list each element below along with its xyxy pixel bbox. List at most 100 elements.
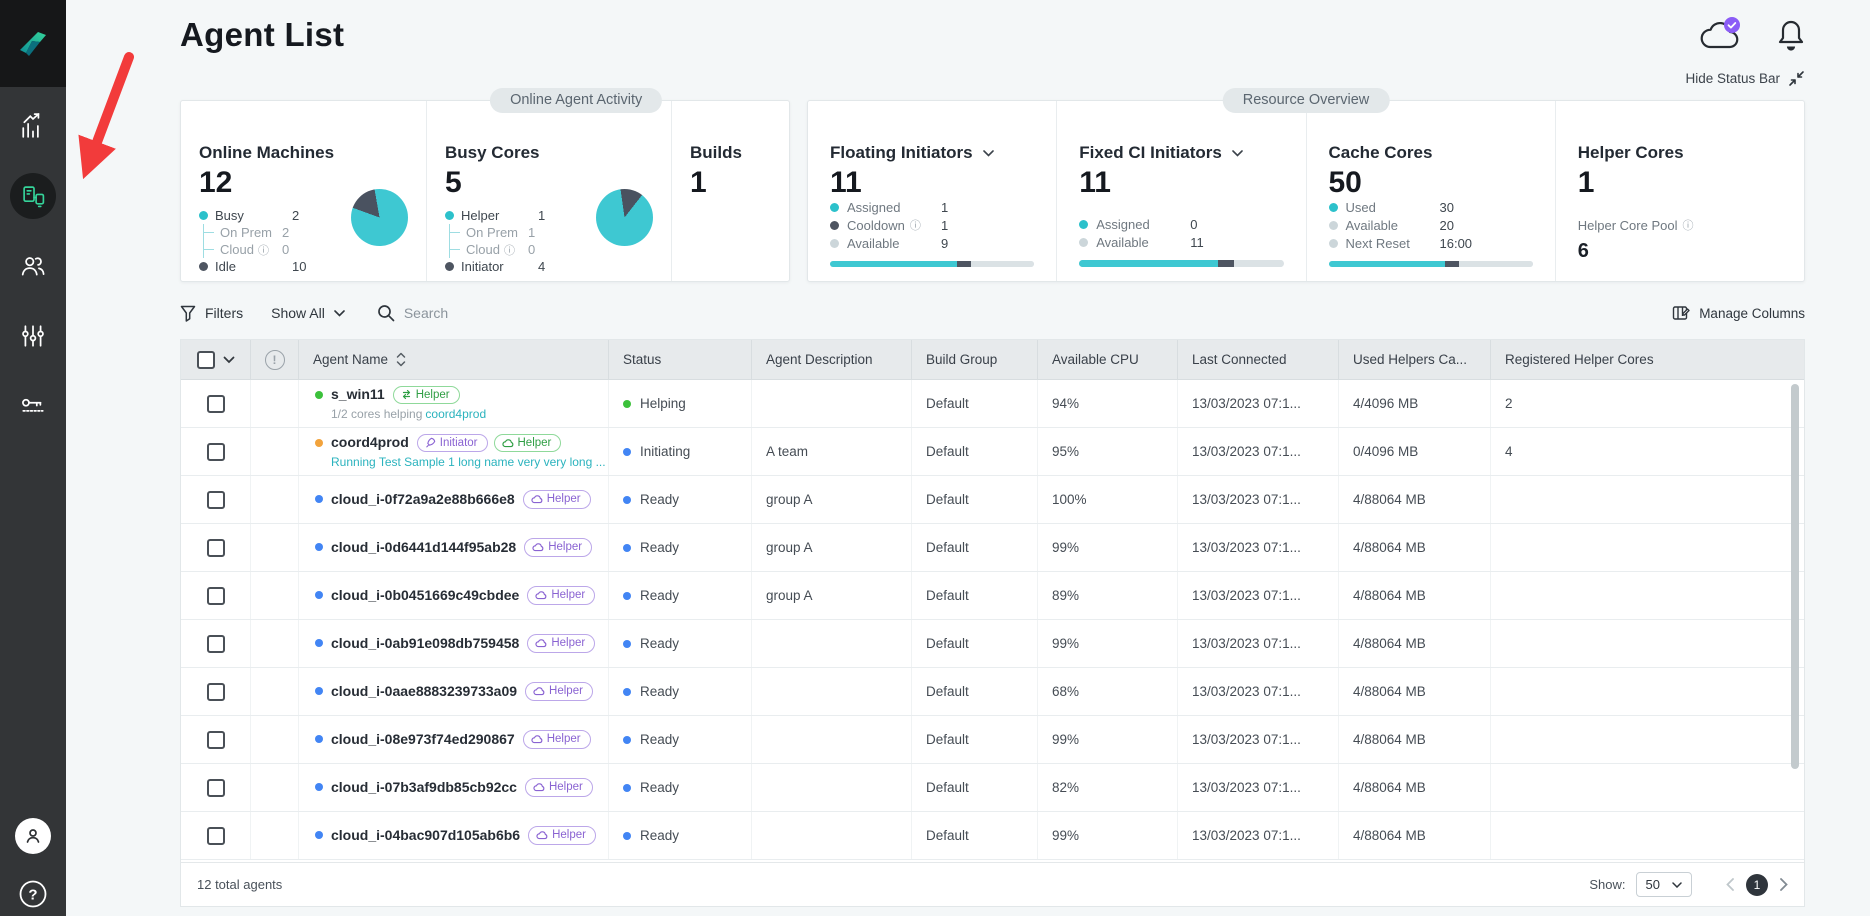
table-scrollbar[interactable]	[1791, 384, 1799, 854]
table-row[interactable]: cloud_i-07b3af9db85cb92ccHelperReadyDefa…	[181, 764, 1804, 812]
table-row[interactable]: coord4prodInitiatorHelperRunning Test Sa…	[181, 428, 1804, 476]
nav-license-item[interactable]	[10, 383, 56, 429]
row-checkbox[interactable]	[207, 587, 225, 605]
column-header-used-helpers-ca: Used Helpers Ca...	[1339, 340, 1491, 379]
last-connected-cell: 13/03/2023 07:1...	[1178, 668, 1339, 715]
row-checkbox[interactable]	[207, 539, 225, 557]
select-all-checkbox[interactable]	[197, 351, 215, 369]
legend-label: Idle	[215, 259, 285, 274]
row-checkbox[interactable]	[207, 443, 225, 461]
agent-status-dot-blue	[315, 687, 323, 695]
info-icon: ⓘ	[910, 217, 921, 233]
badge-label: Helper	[551, 589, 585, 602]
used-helpers-cell: 0/4096 MB	[1339, 428, 1491, 475]
nav-settings-item[interactable]	[10, 313, 56, 359]
used-helpers-cell: 4/88064 MB	[1339, 764, 1491, 811]
row-checkbox[interactable]	[207, 731, 225, 749]
row-checkbox[interactable]	[207, 491, 225, 509]
legend-value: 11	[1190, 235, 1204, 250]
chevron-down-icon[interactable]	[1232, 150, 1243, 157]
table-row[interactable]: cloud_i-0aae8883239733a09HelperReadyDefa…	[181, 668, 1804, 716]
table-row[interactable]: cloud_i-0d6441d144f95ab28HelperReadygrou…	[181, 524, 1804, 572]
agent-name: cloud_i-0f72a9a2e88b666e8	[331, 491, 515, 508]
legend-value: 9	[941, 236, 948, 251]
notifications-bell-icon[interactable]	[1777, 18, 1805, 52]
nav-users-item[interactable]	[10, 243, 56, 289]
alert-icon: !	[265, 350, 285, 370]
legend-item: Assigned1	[830, 198, 1034, 216]
app-logo[interactable]	[0, 0, 66, 87]
used-helpers-cell: 4/88064 MB	[1339, 524, 1491, 571]
nav-dashboard-item[interactable]	[10, 103, 56, 149]
agent-name-line: cloud_i-07b3af9db85cb92ccHelper	[315, 778, 593, 797]
column-header-last-connected: Last Connected	[1178, 340, 1339, 379]
footer-controls: Show: 50 1	[1589, 872, 1788, 897]
nav-agents-item[interactable]	[10, 173, 56, 219]
column-header-agent-name[interactable]: Agent Name	[299, 340, 609, 379]
agent-name: cloud_i-0d6441d144f95ab28	[331, 539, 516, 556]
select-dropdown-chevron[interactable]	[223, 356, 235, 364]
user-avatar[interactable]	[15, 818, 51, 854]
legend-item: Cooldownⓘ1	[830, 216, 1034, 234]
agents-icon	[21, 184, 46, 209]
agent-name: cloud_i-04bac907d105ab6b6	[331, 827, 520, 844]
row-checkbox[interactable]	[207, 827, 225, 845]
status-label: Ready	[640, 684, 679, 699]
agent-name: cloud_i-07b3af9db85cb92cc	[331, 779, 517, 796]
table-header-row: !Agent NameStatusAgent DescriptionBuild …	[181, 340, 1804, 380]
row-checkbox[interactable]	[207, 635, 225, 653]
pagination-current-page[interactable]: 1	[1746, 874, 1768, 896]
legend-label: Assigned	[847, 200, 933, 215]
row-checkbox[interactable]	[207, 395, 225, 413]
show-all-dropdown[interactable]: Show All	[271, 305, 345, 321]
table-row[interactable]: cloud_i-08e973f74ed290867HelperReadyDefa…	[181, 716, 1804, 764]
top-icons	[1697, 16, 1805, 54]
stat-value: 1	[690, 168, 773, 198]
sort-icon[interactable]	[396, 352, 406, 367]
stat-builds: Builds1	[671, 101, 789, 281]
hide-status-bar-button[interactable]: Hide Status Bar	[1685, 70, 1805, 87]
row-checkbox[interactable]	[207, 779, 225, 797]
info-icon: ⓘ	[1682, 217, 1693, 233]
agent-status-dot-blue	[315, 735, 323, 743]
row-select-cell	[181, 428, 251, 475]
row-checkbox[interactable]	[207, 683, 225, 701]
filters-button[interactable]: Filters	[180, 305, 243, 322]
table-row[interactable]: cloud_i-0b0451669c49cbdeeHelperReadygrou…	[181, 572, 1804, 620]
subtext-fragment: 1/2 cores helping	[331, 407, 422, 421]
legend-dot-light	[1329, 221, 1338, 230]
chevron-down-icon[interactable]	[983, 150, 994, 157]
stat-head: Helper Cores	[1578, 143, 1782, 163]
pagination-prev-button[interactable]	[1726, 878, 1734, 891]
agent-badges: Helper	[527, 634, 595, 653]
agent-name: s_win11	[331, 386, 385, 403]
table-row[interactable]: s_win11Helper1/2 cores helping coord4pro…	[181, 380, 1804, 428]
help-button[interactable]: ?	[17, 878, 49, 910]
build-group-cell: Default	[912, 380, 1038, 427]
search-input[interactable]: Search	[377, 304, 448, 322]
helper-core-pool: Helper Core Poolⓘ6	[1578, 217, 1782, 263]
description-cell	[752, 812, 912, 859]
linked-agent-name[interactable]: Running Test Sample 1 long name very ver…	[331, 455, 606, 469]
page-size-select[interactable]: 50	[1636, 872, 1692, 897]
used-helpers-cell: 4/88064 MB	[1339, 716, 1491, 763]
column-header-status: Status	[609, 340, 752, 379]
available-cpu-cell: 95%	[1038, 428, 1178, 475]
row-alert-cell	[251, 812, 299, 859]
linked-agent-name[interactable]: coord4prod	[425, 407, 486, 421]
bar-segment-dark	[1445, 261, 1459, 267]
table-row[interactable]: cloud_i-04bac907d105ab6b6HelperReadyDefa…	[181, 812, 1804, 860]
cloud-status-icon[interactable]	[1697, 16, 1743, 54]
table-row[interactable]: cloud_i-0ab91e098db759458HelperReadyDefa…	[181, 620, 1804, 668]
users-icon	[20, 253, 46, 279]
scrollbar-thumb[interactable]	[1791, 384, 1799, 769]
manage-columns-button[interactable]: Manage Columns	[1672, 304, 1805, 322]
stat-label: Busy Cores	[445, 143, 655, 163]
legend-label: Next Reset	[1346, 236, 1432, 251]
status-dot-blue	[623, 640, 631, 648]
bar-chart-icon	[20, 113, 46, 139]
table-row[interactable]: cloud_i-0f72a9a2e88b666e8HelperReadygrou…	[181, 476, 1804, 524]
legend-dot-light	[1329, 239, 1338, 248]
pagination: 1	[1726, 874, 1788, 896]
pagination-next-button[interactable]	[1780, 878, 1788, 891]
